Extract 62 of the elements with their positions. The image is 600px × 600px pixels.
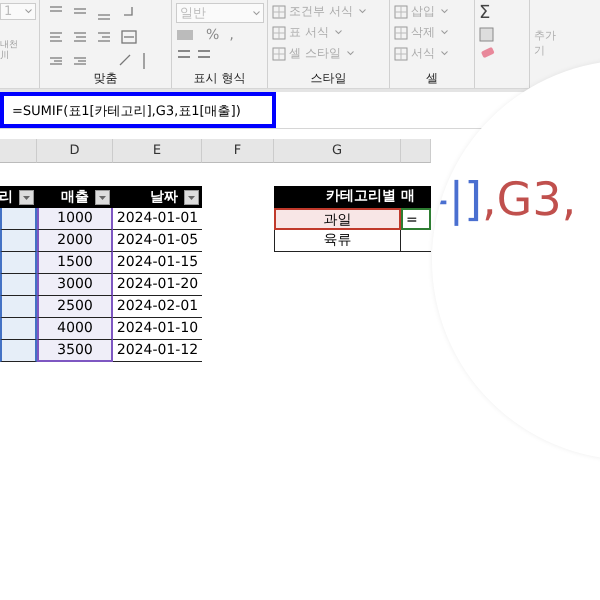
- table-cell: 1000: [37, 208, 113, 230]
- grid-icon: [394, 4, 408, 18]
- group-label: 스타일: [310, 70, 348, 87]
- filter-dropdown-button[interactable]: [184, 190, 199, 204]
- table-header-text: 카테고리별 매: [326, 188, 415, 204]
- table-cell: 2024-01-15: [113, 252, 202, 274]
- number-format-dropdown[interactable]: 일반: [176, 3, 264, 23]
- ribbon-menu-button[interactable]: 조건부 서식: [272, 3, 385, 20]
- table-cell: 2024-01-05: [113, 230, 202, 252]
- comma-button[interactable]: ,: [229, 27, 234, 43]
- chevron-down-icon: [253, 10, 260, 16]
- formula-input-field[interactable]: =SUMIF(표1[카테고리],G3,표1[매출]): [0, 92, 276, 128]
- column-header[interactable]: F: [202, 139, 274, 163]
- grid-icon: [272, 26, 286, 40]
- chevron-down-icon: [346, 51, 354, 56]
- grid-icon: [272, 46, 286, 60]
- table-cell: 3000: [37, 274, 113, 296]
- table-cell: 3500: [37, 340, 113, 362]
- table-cell[interactable]: 과일: [274, 208, 401, 230]
- percent-button[interactable]: %: [206, 27, 220, 43]
- chevron-down-icon: [25, 9, 32, 14]
- group-label: 표시 형식: [192, 70, 246, 87]
- column-header[interactable]: G: [274, 139, 401, 163]
- table-header-cell: 날짜: [113, 186, 202, 208]
- chevron-down-icon: [441, 51, 448, 56]
- autosum-button[interactable]: Σ: [479, 3, 525, 23]
- phonetic-guide-button[interactable]: 내천 川: [0, 40, 39, 62]
- filter-dropdown-button[interactable]: [19, 190, 34, 204]
- ribbon-menu-button[interactable]: 표 서식: [272, 24, 385, 41]
- chevron-down-icon: [358, 9, 366, 14]
- grid-icon: [272, 4, 286, 18]
- filter-dropdown-button[interactable]: [95, 190, 110, 204]
- table-cell: 2000: [37, 230, 113, 252]
- table-cell: 1500: [37, 252, 113, 274]
- table-header-cell: 리: [0, 186, 37, 208]
- chevron-down-icon: [441, 9, 448, 14]
- ribbon-menu-button[interactable]: 삽입: [394, 3, 470, 20]
- group-label: 셀: [425, 70, 439, 87]
- group-label: 맞춤: [92, 70, 118, 87]
- table-header-cell: 매출: [37, 186, 113, 208]
- table-cell: 4000: [37, 318, 113, 340]
- table-cell: 2024-02-01: [113, 296, 202, 318]
- table-cell[interactable]: 육류: [274, 230, 401, 252]
- ribbon-menu-button[interactable]: 삭제: [394, 24, 470, 41]
- table-cell: 2024-01-10: [113, 318, 202, 340]
- ribbon-menu-button[interactable]: 셀 스타일: [272, 45, 385, 62]
- column-header[interactable]: D: [37, 139, 113, 163]
- chevron-down-icon: [441, 30, 448, 35]
- table-cell: 2024-01-20: [113, 274, 202, 296]
- add-ins-label[interactable]: 기: [534, 43, 556, 58]
- table-cell: 2500: [37, 296, 113, 318]
- magnified-formula-text: -|],G3,: [432, 172, 576, 226]
- grid-icon: [394, 26, 408, 40]
- column-header[interactable]: E: [113, 139, 202, 163]
- chevron-down-icon: [334, 30, 342, 35]
- table-cell: 2024-01-12: [113, 340, 202, 362]
- font-size-dropdown[interactable]: 1: [0, 3, 36, 20]
- ribbon-menu-button[interactable]: 서식: [394, 45, 470, 62]
- table-cell: 2024-01-01: [113, 208, 202, 230]
- add-ins-label[interactable]: 추가: [534, 28, 556, 43]
- editing-cell[interactable]: =: [401, 208, 431, 230]
- grid-icon: [394, 46, 408, 60]
